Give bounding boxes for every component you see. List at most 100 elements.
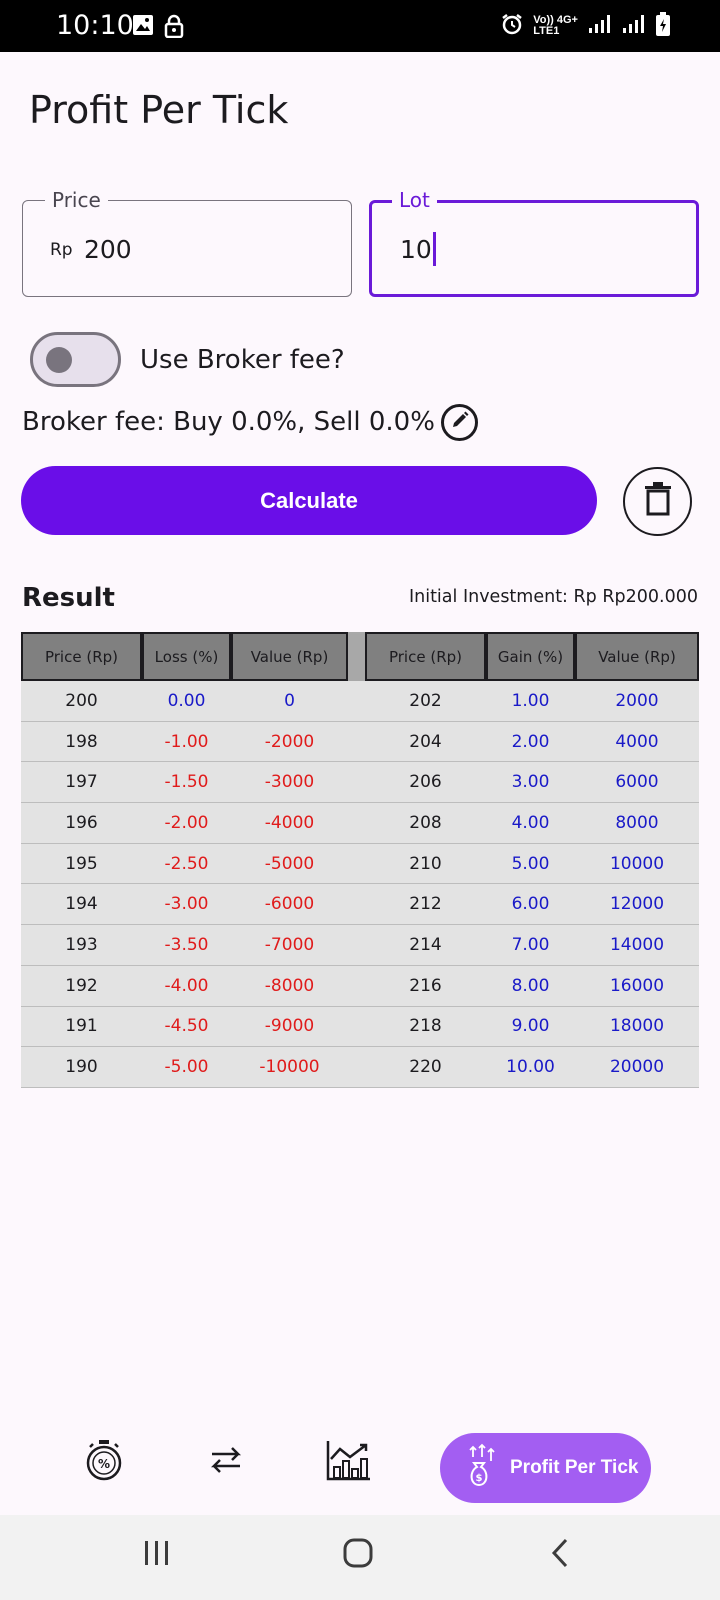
- pencil-icon: [450, 410, 470, 435]
- loss-pct-cell: -4.00: [164, 975, 209, 996]
- nav-stopwatch[interactable]: %: [82, 1439, 126, 1486]
- loss-price-cell: 197: [65, 772, 98, 793]
- loss-value-cell: -9000: [264, 1016, 315, 1037]
- gain-price-cell: 216: [409, 975, 442, 996]
- lot-value[interactable]: 10: [400, 235, 432, 264]
- signal-icon-2: [622, 14, 646, 37]
- gain-pct-cell: 2.00: [511, 731, 550, 752]
- loss-price-cell: 193: [65, 934, 98, 955]
- price-field-label: Price: [45, 188, 108, 212]
- status-time: 10:10: [56, 10, 134, 41]
- loss-price-cell: 198: [65, 731, 98, 752]
- gain-value-cell: 18000: [609, 1016, 665, 1037]
- loss-pct-cell: -2.00: [164, 812, 209, 833]
- loss-value-cell: 0: [284, 690, 295, 711]
- table-row: 190 -5.00 -10000 220 10.00 20000: [21, 1047, 699, 1088]
- price-prefix: Rp: [50, 240, 73, 260]
- loss-price-cell: 190: [65, 1057, 98, 1078]
- broker-fee-text: Broker fee: Buy 0.0%, Sell 0.0%: [22, 407, 435, 437]
- nav-profit-per-tick[interactable]: $ Profit Per Tick: [440, 1433, 651, 1503]
- gain-price-cell: 206: [409, 772, 442, 793]
- loss-price-cell: 194: [65, 894, 98, 915]
- svg-text:$: $: [476, 1473, 483, 1484]
- network-label-top: Vo)) 4G+: [533, 13, 578, 26]
- back-icon: [548, 1538, 574, 1573]
- recent-apps-button[interactable]: [140, 1538, 174, 1573]
- header-loss-pct: Loss (%): [142, 632, 231, 681]
- loss-price-cell: 196: [65, 812, 98, 833]
- table-row: 198 -1.00 -2000 204 2.00 4000: [21, 722, 699, 763]
- gain-price-cell: 202: [409, 690, 442, 711]
- gain-price-cell: 208: [409, 812, 442, 833]
- gain-value-cell: 16000: [609, 975, 665, 996]
- loss-price-cell: 191: [65, 1016, 98, 1037]
- lot-field[interactable]: Lot 10: [369, 188, 699, 297]
- header-loss-value: Value (Rp): [231, 632, 348, 681]
- alarm-icon: [501, 13, 523, 38]
- loss-pct-cell: -5.00: [164, 1057, 209, 1078]
- gain-pct-cell: 9.00: [511, 1016, 550, 1037]
- table-row: 197 -1.50 -3000 206 3.00 6000: [21, 762, 699, 804]
- page-title: Profit Per Tick: [29, 88, 289, 132]
- stopwatch-percent-icon: %: [84, 1439, 124, 1486]
- loss-pct-cell: -4.50: [164, 1016, 209, 1037]
- loss-pct-cell: -1.00: [164, 731, 209, 752]
- loss-price-cell: 195: [65, 853, 98, 874]
- battery-icon: [656, 12, 670, 39]
- gain-pct-cell: 10.00: [506, 1057, 555, 1078]
- result-title: Result: [22, 583, 115, 613]
- lot-value-wrap[interactable]: 10: [400, 232, 436, 266]
- gain-price-cell: 212: [409, 894, 442, 915]
- loss-value-cell: -4000: [264, 812, 315, 833]
- table-row: 192 -4.00 -8000 216 8.00 16000: [21, 966, 699, 1007]
- table-row: 193 -3.50 -7000 214 7.00 14000: [21, 925, 699, 966]
- network-label-bottom: LTE1: [533, 24, 560, 37]
- signal-icon: [588, 14, 612, 37]
- trash-icon: [644, 482, 672, 521]
- gain-pct-cell: 5.00: [511, 853, 550, 874]
- price-value[interactable]: 200: [84, 235, 132, 264]
- loss-value-cell: -7000: [264, 934, 315, 955]
- status-bar: 10:10 Vo)) 4G+ LTE1: [0, 0, 720, 52]
- switch-thumb[interactable]: [46, 347, 72, 373]
- loss-pct-cell: -3.50: [164, 934, 209, 955]
- home-button[interactable]: [342, 1538, 374, 1573]
- broker-fee-switch-label: Use Broker fee?: [140, 345, 345, 375]
- broker-fee-switch[interactable]: [30, 332, 121, 387]
- gain-price-cell: 204: [409, 731, 442, 752]
- money-bag-arrows-icon: $: [464, 1443, 500, 1493]
- loss-pct-cell: -3.00: [164, 894, 209, 915]
- gain-pct-cell: 7.00: [511, 934, 550, 955]
- loss-value-cell: -5000: [264, 853, 315, 874]
- gain-value-cell: 12000: [609, 894, 665, 915]
- calculate-button[interactable]: Calculate: [21, 466, 597, 535]
- gain-value-cell: 10000: [609, 853, 665, 874]
- gain-pct-cell: 8.00: [511, 975, 550, 996]
- gain-pct-cell: 1.00: [511, 690, 550, 711]
- back-button[interactable]: [548, 1538, 574, 1573]
- table-row: 191 -4.50 -9000 218 9.00 18000: [21, 1007, 699, 1048]
- header-loss-price: Price (Rp): [21, 632, 142, 681]
- nav-swap[interactable]: [204, 1440, 248, 1484]
- home-icon: [342, 1538, 374, 1573]
- network-label: Vo)) 4G+ LTE1: [533, 13, 578, 37]
- gain-value-cell: 6000: [615, 772, 659, 793]
- text-caret: [432, 232, 436, 266]
- gain-value-cell: 2000: [615, 690, 659, 711]
- lot-field-label: Lot: [392, 188, 437, 212]
- loss-value-cell: -8000: [264, 975, 315, 996]
- recent-apps-icon: [140, 1538, 174, 1573]
- gain-value-cell: 8000: [615, 812, 659, 833]
- gain-value-cell: 20000: [609, 1057, 665, 1078]
- edit-broker-fee-button[interactable]: [441, 404, 478, 441]
- chart-growth-icon: [326, 1439, 372, 1486]
- nav-active-label: Profit Per Tick: [510, 1457, 639, 1478]
- loss-pct-cell: -2.50: [164, 853, 209, 874]
- clear-button[interactable]: [623, 467, 692, 536]
- nav-chart[interactable]: [326, 1439, 372, 1486]
- gain-price-cell: 218: [409, 1016, 442, 1037]
- price-field[interactable]: Price Rp 200: [22, 188, 352, 297]
- loss-value-cell: -6000: [264, 894, 315, 915]
- table-body: 200 0.00 0 202 1.00 2000 198 -1.00 -2000 204 2.00 4…: [21, 681, 699, 1088]
- gallery-icon: [132, 14, 154, 43]
